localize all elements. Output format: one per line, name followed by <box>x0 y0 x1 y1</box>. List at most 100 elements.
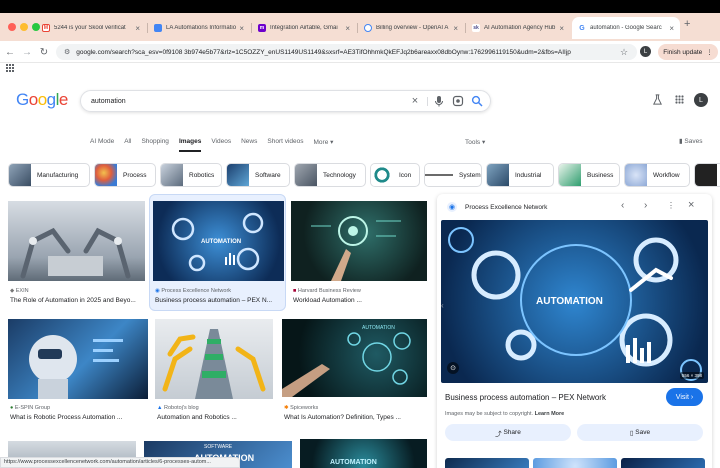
address-bar[interactable]: ⚙ google.com/search?sca_esv=0f9108 3b974… <box>56 44 637 60</box>
tab-images[interactable]: Images <box>178 138 202 152</box>
browser-tab-active[interactable]: G automation - Google Searc × <box>572 17 680 39</box>
clear-search-icon[interactable]: × <box>409 95 421 107</box>
search-icon[interactable] <box>471 95 483 107</box>
tab-news[interactable]: News <box>241 138 257 152</box>
close-tab-icon[interactable]: × <box>453 24 458 33</box>
related-image-2[interactable] <box>533 458 617 468</box>
doc-icon <box>154 24 162 32</box>
close-window-icon[interactable] <box>8 23 16 31</box>
result-image[interactable] <box>291 201 427 281</box>
lens-search-icon[interactable] <box>452 95 464 107</box>
next-image-icon[interactable]: › <box>644 200 647 211</box>
panel-title[interactable]: Business process automation – PEX Networ… <box>445 393 606 402</box>
chip-business[interactable]: Business <box>558 163 620 187</box>
close-tab-icon[interactable]: × <box>559 24 564 33</box>
voice-search-icon[interactable] <box>433 95 445 107</box>
image-result-2-selected[interactable]: AUTOMATION ◉ Process Excellence Network … <box>149 194 286 311</box>
share-label: Share <box>503 429 521 436</box>
result-image[interactable] <box>8 319 148 399</box>
bookmark-icon: ▯ <box>629 429 634 437</box>
minimize-window-icon[interactable] <box>20 23 28 31</box>
back-icon[interactable]: ← <box>3 45 17 59</box>
forward-icon[interactable]: → <box>20 45 34 59</box>
copyright-text: Images may be subject to copyright. <box>445 411 534 417</box>
chip-software[interactable]: Software <box>226 163 290 187</box>
source-favicon: ◉ <box>447 202 457 212</box>
collapse-panel-icon[interactable]: ‹ <box>441 301 444 310</box>
related-image-1[interactable] <box>445 458 529 468</box>
browser-tab-2[interactable]: LA Automations Informatio × <box>148 17 250 39</box>
chip-technology[interactable]: Technology <box>294 163 366 187</box>
search-nav-tabs: AI Mode All Shopping Images Videos News … <box>90 138 333 152</box>
image-result-9[interactable]: AUTOMATION <box>300 439 427 468</box>
tab-videos[interactable]: Videos <box>211 138 231 152</box>
result-image[interactable] <box>155 319 273 399</box>
google-apps-icon[interactable] <box>675 95 684 104</box>
previous-image-icon[interactable]: ‹ <box>621 200 624 211</box>
more-menu-icon[interactable]: ⋮ <box>706 48 713 56</box>
learn-more-link[interactable]: Learn More <box>535 411 565 417</box>
result-image[interactable]: AUTOMATION <box>153 201 284 281</box>
panel-preview-image[interactable]: AUTOMATION ⊙ 556 × 398 <box>441 220 708 383</box>
tab-all[interactable]: All <box>124 138 131 152</box>
finish-update-button[interactable]: Finish update ⋮ <box>658 44 718 60</box>
browser-tab-1[interactable]: M 5244 is your Skool verificat × <box>36 17 146 39</box>
more-options-icon[interactable]: ⋮ <box>667 201 675 210</box>
result-title[interactable]: Business process automation – PEX N... <box>155 297 283 304</box>
chip-icon[interactable]: Icon <box>370 163 420 187</box>
site-info-icon[interactable]: ⚙ <box>64 48 70 56</box>
close-tab-icon[interactable]: × <box>669 24 674 33</box>
close-tab-icon[interactable]: × <box>345 24 350 33</box>
apps-grid-icon[interactable] <box>6 64 14 72</box>
chip-system[interactable]: System <box>424 163 482 187</box>
image-result-5[interactable]: ▲ Robotoj's blog Automation and Robotics… <box>155 319 273 424</box>
account-avatar[interactable]: L <box>694 93 708 107</box>
result-title[interactable]: What is Robotic Process Automation ... <box>10 414 150 421</box>
image-result-3[interactable]: ■ Harvard Business Review Workload Autom… <box>291 201 427 311</box>
chip-process[interactable]: Process <box>94 163 156 187</box>
chip-manufacturing[interactable]: Manufacturing <box>8 163 90 187</box>
reload-icon[interactable]: ↻ <box>37 45 51 59</box>
save-label: Save <box>635 429 651 436</box>
google-logo[interactable]: Google <box>16 90 68 110</box>
save-button[interactable]: ▯ Save <box>577 424 703 441</box>
lens-icon[interactable]: ⊙ <box>447 362 459 374</box>
close-panel-icon[interactable]: × <box>688 199 694 211</box>
search-input[interactable]: automation <box>80 90 491 112</box>
result-image[interactable] <box>8 201 145 281</box>
profile-avatar[interactable]: L <box>640 46 651 57</box>
result-title[interactable]: The Role of Automation in 2025 and Beyo.… <box>10 297 147 304</box>
new-tab-icon[interactable]: + <box>684 18 690 30</box>
image-result-1[interactable]: ◆ EXIN The Role of Automation in 2025 an… <box>8 201 145 311</box>
result-image[interactable]: AUTOMATION <box>282 319 427 397</box>
share-button[interactable]: ⤴ Share <box>445 424 571 441</box>
chip-workflow[interactable]: Workflow <box>624 163 690 187</box>
image-text: AUTOMATION <box>330 459 377 466</box>
browser-tab-4[interactable]: Billing overview - OpenAI A × <box>358 17 464 39</box>
labs-flask-icon[interactable] <box>652 94 663 105</box>
chip-robotics[interactable]: Robotics <box>160 163 222 187</box>
result-title[interactable]: Workload Automation ... <box>293 297 429 304</box>
tab-ai-mode[interactable]: AI Mode <box>90 138 114 152</box>
close-tab-icon[interactable]: × <box>135 24 140 33</box>
related-image-3[interactable] <box>621 458 705 468</box>
chip-more[interactable] <box>694 163 720 187</box>
image-result-4[interactable]: ● E-SPIN Group What is Robotic Process A… <box>8 319 148 424</box>
close-tab-icon[interactable]: × <box>239 24 244 33</box>
browser-tab-5[interactable]: sk AI Automation Agency Hub × <box>466 17 570 39</box>
chip-industrial[interactable]: Industrial <box>486 163 554 187</box>
tab-more[interactable]: More ▾ <box>314 138 334 152</box>
tab-shopping[interactable]: Shopping <box>141 138 168 152</box>
bookmark-star-icon[interactable]: ☆ <box>617 45 631 59</box>
tab-short-videos[interactable]: Short videos <box>267 138 303 152</box>
chip-label: Software <box>255 171 281 179</box>
visit-button[interactable]: Visit › <box>666 388 703 406</box>
robot-head-image <box>29 335 123 399</box>
image-result-6[interactable]: AUTOMATION ✱ Spiceworks What Is Automati… <box>282 319 427 424</box>
result-title[interactable]: What Is Automation? Definition, Types ..… <box>284 414 429 421</box>
browser-tab-3[interactable]: m Integration Airtable, Gmai × <box>252 17 356 39</box>
result-title[interactable]: Automation and Robotics ... <box>157 414 275 421</box>
panel-source[interactable]: ◉ Process Excellence Network <box>447 202 547 212</box>
tools-button[interactable]: Tools ▾ <box>465 138 485 146</box>
saves-button[interactable]: ▮ Saves <box>679 137 702 145</box>
